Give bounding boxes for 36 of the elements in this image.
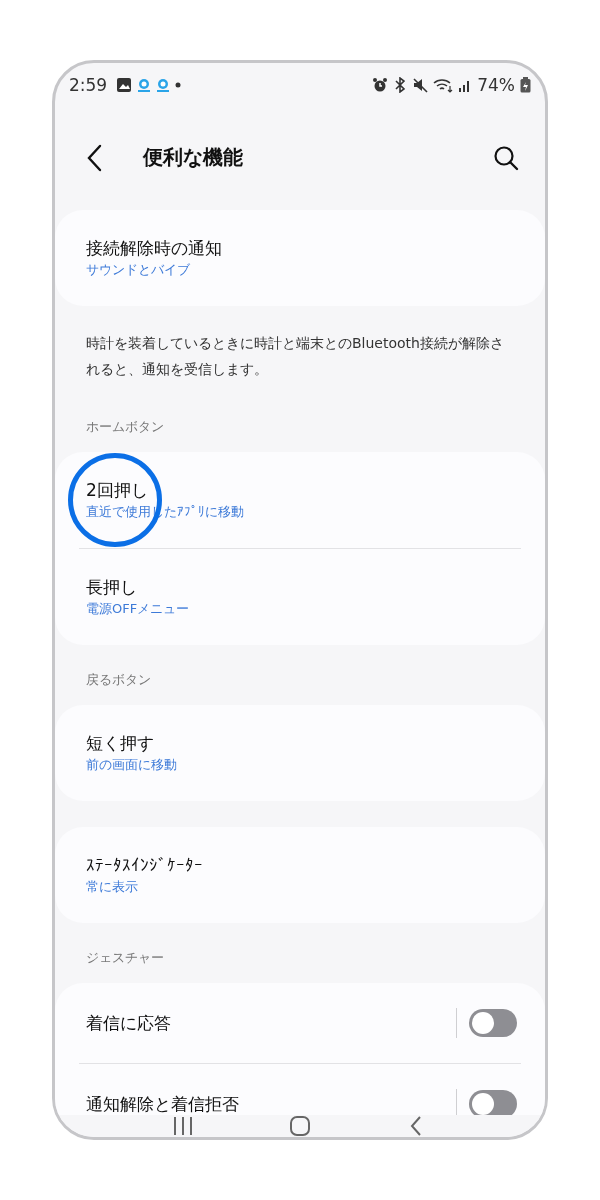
wifi-icon (433, 76, 454, 93)
alarm-icon (372, 76, 389, 93)
search-icon[interactable] (493, 144, 519, 171)
item-value: 前の画面に移動 (86, 755, 178, 774)
home-icon[interactable] (288, 1115, 312, 1137)
description-text: 時計を装着しているときに時計と端末とのBluetooth接続が解除されると、通知を受信します。 (85, 333, 505, 379)
item-title: 短く押す (86, 731, 155, 755)
settings-item[interactable]: 長押し 電源OFFメニュー (55, 548, 545, 645)
page-title: 便利な機能 (143, 144, 243, 172)
item-title: ｽﾃｰﾀｽｲﾝｼﾞｹｰﾀｰ (86, 853, 204, 877)
toggle-switch[interactable] (469, 1008, 517, 1037)
settings-item[interactable]: 接続解除時の通知 サウンドとバイブ (55, 209, 545, 306)
app-notification-icon (137, 76, 152, 93)
battery-icon (520, 76, 531, 93)
section-label: 戻るボタン (85, 670, 152, 689)
item-value: 電源OFFメニュー (86, 599, 191, 618)
battery-percentage: 74% (477, 74, 515, 95)
toggle-switch[interactable] (469, 1089, 517, 1115)
settings-item[interactable]: 着信に応答 (55, 982, 545, 1063)
bluetooth-icon (393, 76, 408, 93)
section-label: ホームボタン (85, 417, 165, 436)
item-title: 長押し (86, 575, 138, 599)
item-title: 通知解除と着信拒否 (86, 1092, 239, 1115)
section-label: ジェスチャー (85, 948, 165, 967)
more-notifications-dot-icon (175, 81, 182, 88)
gallery-icon (116, 76, 133, 93)
item-title: 2回押し (86, 478, 149, 502)
mute-icon (412, 76, 429, 93)
settings-item[interactable]: ｽﾃｰﾀｽｲﾝｼﾞｹｰﾀｰ 常に表示 (55, 826, 545, 923)
status-time: 2:59 (69, 74, 108, 95)
settings-item[interactable]: 短く押す 前の画面に移動 (55, 704, 545, 801)
item-title: 着信に応答 (86, 1011, 171, 1035)
app-notification-icon (156, 76, 171, 93)
item-title: 接続解除時の通知 (86, 236, 223, 260)
item-value: 常に表示 (86, 877, 139, 896)
item-value: サウンドとバイブ (86, 260, 191, 279)
